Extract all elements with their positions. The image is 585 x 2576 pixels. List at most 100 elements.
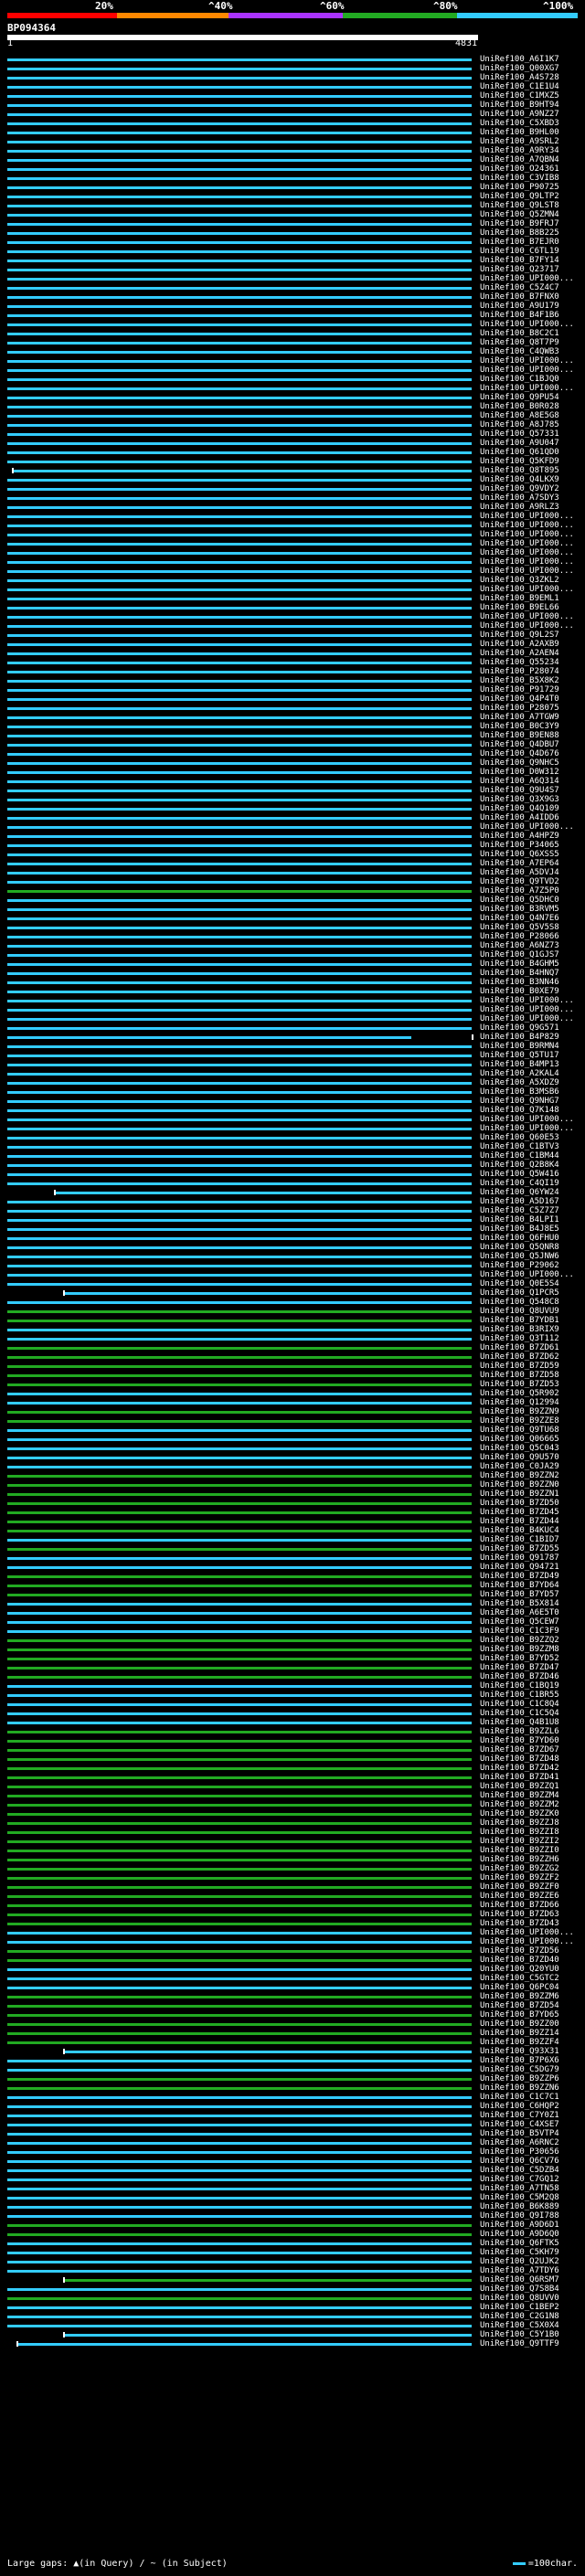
hit-name[interactable]: UniRef100_C1BQ19 <box>480 1681 559 1691</box>
hit-name[interactable]: UniRef100_Q2B8K4 <box>480 1161 559 1170</box>
hit-name[interactable]: UniRef100_UPI000... <box>480 1005 574 1014</box>
hit-name[interactable]: UniRef100_Q9PU54 <box>480 393 559 402</box>
hit-row[interactable]: UniRef100_A2KAL4 <box>0 1069 585 1078</box>
hit-row[interactable]: UniRef100_B9ZZN9 <box>0 1407 585 1416</box>
hit-row[interactable]: UniRef100_A9RLZ3 <box>0 503 585 512</box>
hit-row[interactable]: UniRef100_P28074 <box>0 667 585 676</box>
hit-row[interactable]: UniRef100_C5Z4C7 <box>0 283 585 292</box>
hit-row[interactable]: UniRef100_Q6FTK5 <box>0 2239 585 2248</box>
hit-name[interactable]: UniRef100_A7TGW9 <box>480 713 559 722</box>
hit-name[interactable]: UniRef100_Q6XSS5 <box>480 850 559 859</box>
hit-name[interactable]: UniRef100_B9ZZN6 <box>480 2083 559 2093</box>
hit-row[interactable]: UniRef100_A2AEN4 <box>0 649 585 658</box>
hit-row[interactable]: UniRef100_B9ZZI2 <box>0 1837 585 1846</box>
hit-name[interactable]: UniRef100_C5Z7Z7 <box>480 1206 559 1215</box>
hit-name[interactable]: UniRef100_B9ZZH6 <box>480 1855 559 1864</box>
hit-row[interactable]: UniRef100_Q94721 <box>0 1563 585 1572</box>
hit-name[interactable]: UniRef100_Q9I788 <box>480 2211 559 2221</box>
hit-name[interactable]: UniRef100_B7ZD63 <box>480 1910 559 1919</box>
hit-row[interactable]: UniRef100_Q9L2S7 <box>0 631 585 640</box>
hit-row[interactable]: UniRef100_Q61QD0 <box>0 448 585 457</box>
hit-name[interactable]: UniRef100_C5GTC2 <box>480 1974 559 1983</box>
hit-row[interactable]: UniRef100_B9ZZN2 <box>0 1471 585 1480</box>
hit-name[interactable]: UniRef100_Q0E5S4 <box>480 1279 559 1288</box>
hit-name[interactable]: UniRef100_Q55234 <box>480 658 559 667</box>
hit-name[interactable]: UniRef100_C4XSE7 <box>480 2120 559 2129</box>
hit-row[interactable]: UniRef100_C5GTC2 <box>0 1974 585 1983</box>
hit-name[interactable]: UniRef100_B7ZD50 <box>480 1499 559 1508</box>
hit-name[interactable]: UniRef100_B7YD65 <box>480 2010 559 2019</box>
hit-row[interactable]: UniRef100_B9ZZG2 <box>0 1864 585 1873</box>
hit-name[interactable]: UniRef100_B9ZZG2 <box>480 1864 559 1873</box>
hit-row[interactable]: UniRef100_Q8T895 <box>0 466 585 475</box>
hit-row[interactable]: UniRef100_A6I1K7 <box>0 55 585 64</box>
hit-row[interactable]: UniRef100_UPI000... <box>0 366 585 375</box>
hit-name[interactable]: UniRef100_UPI000... <box>480 557 574 567</box>
hit-row[interactable]: UniRef100_B7ZD45 <box>0 1508 585 1517</box>
hit-name[interactable]: UniRef100_B7ZD61 <box>480 1343 559 1352</box>
hit-row[interactable]: UniRef100_O24361 <box>0 164 585 174</box>
hit-row[interactable]: UniRef100_A2AXB9 <box>0 640 585 649</box>
hit-name[interactable]: UniRef100_C5KH79 <box>480 2248 559 2257</box>
hit-name[interactable]: UniRef100_B9HL00 <box>480 128 559 137</box>
hit-row[interactable]: UniRef100_B9ZZJ8 <box>0 1818 585 1828</box>
hit-name[interactable]: UniRef100_B9ZZN0 <box>480 1480 559 1489</box>
hit-name[interactable]: UniRef100_Q4DBU7 <box>480 740 559 749</box>
hit-row[interactable]: UniRef100_P91729 <box>0 685 585 694</box>
hit-row[interactable]: UniRef100_Q9I788 <box>0 2211 585 2221</box>
hit-name[interactable]: UniRef100_A5DVJ4 <box>480 868 559 877</box>
hit-row[interactable]: UniRef100_Q3X9G3 <box>0 795 585 804</box>
hit-row[interactable]: UniRef100_Q4LKX9 <box>0 475 585 484</box>
hit-row[interactable]: UniRef100_B9ZZM6 <box>0 1992 585 2001</box>
hit-row[interactable]: UniRef100_B8C2C1 <box>0 329 585 338</box>
hit-name[interactable]: UniRef100_A7TN58 <box>480 2184 559 2193</box>
hit-row[interactable]: UniRef100_UPI000... <box>0 585 585 594</box>
hit-row[interactable]: UniRef100_UPI000... <box>0 356 585 366</box>
hit-name[interactable]: UniRef100_A2KAL4 <box>480 1069 559 1078</box>
hit-row[interactable]: UniRef100_B4KUC4 <box>0 1526 585 1535</box>
hit-name[interactable]: UniRef100_Q94721 <box>480 1563 559 1572</box>
hit-name[interactable]: UniRef100_Q1PCR5 <box>480 1288 559 1298</box>
hit-name[interactable]: UniRef100_Q6RSM7 <box>480 2275 559 2284</box>
hit-name[interactable]: UniRef100_B9HT94 <box>480 101 559 110</box>
hit-row[interactable]: UniRef100_B7ZD55 <box>0 1544 585 1553</box>
hit-name[interactable]: UniRef100_B7EJR0 <box>480 238 559 247</box>
hit-row[interactable]: UniRef100_B9ZZF2 <box>0 1873 585 1882</box>
hit-row[interactable]: UniRef100_B7YD60 <box>0 1736 585 1745</box>
hit-name[interactable]: UniRef100_B9ZZK0 <box>480 1809 559 1818</box>
hit-row[interactable]: UniRef100_B0C3Y9 <box>0 722 585 731</box>
hit-name[interactable]: UniRef100_C5DZB4 <box>480 2166 559 2175</box>
hit-row[interactable]: UniRef100_UPI000... <box>0 1270 585 1279</box>
hit-row[interactable]: UniRef100_B8B225 <box>0 228 585 238</box>
hit-name[interactable]: UniRef100_B7YD52 <box>480 1654 559 1663</box>
hit-row[interactable]: UniRef100_B9ZZQ2 <box>0 1636 585 1645</box>
hit-row[interactable]: UniRef100_C5DG79 <box>0 2065 585 2074</box>
hit-name[interactable]: UniRef100_UPI000... <box>480 320 574 329</box>
hit-name[interactable]: UniRef100_Q06665 <box>480 1435 559 1444</box>
hit-row[interactable]: UniRef100_C7GQ12 <box>0 2175 585 2184</box>
hit-row[interactable]: UniRef100_UPI000... <box>0 530 585 539</box>
hit-name[interactable]: UniRef100_A8E5G8 <box>480 411 559 420</box>
hit-row[interactable]: UniRef100_Q5W416 <box>0 1170 585 1179</box>
hit-row[interactable]: UniRef100_B7ZD54 <box>0 2001 585 2010</box>
hit-row[interactable]: UniRef100_Q9LTP2 <box>0 192 585 201</box>
hit-name[interactable]: UniRef100_B9RMN4 <box>480 1042 559 1051</box>
hit-name[interactable]: UniRef100_Q8UVV0 <box>480 2294 559 2303</box>
hit-name[interactable]: UniRef100_Q5C043 <box>480 1444 559 1453</box>
hit-row[interactable]: UniRef100_C5XBD3 <box>0 119 585 128</box>
hit-row[interactable]: UniRef100_Q9PU54 <box>0 393 585 402</box>
hit-name[interactable]: UniRef100_Q8UVU9 <box>480 1307 559 1316</box>
hit-name[interactable]: UniRef100_Q7S8B4 <box>480 2284 559 2294</box>
hit-name[interactable]: UniRef100_A6RNC2 <box>480 2138 559 2147</box>
hit-row[interactable]: UniRef100_C1BID7 <box>0 1535 585 1544</box>
hit-name[interactable]: UniRef100_Q23717 <box>480 265 559 274</box>
hit-row[interactable]: UniRef100_Q6CV76 <box>0 2157 585 2166</box>
hit-name[interactable]: UniRef100_B0C3Y9 <box>480 722 559 731</box>
hit-name[interactable]: UniRef100_Q93X31 <box>480 2047 559 2056</box>
hit-row[interactable]: UniRef100_Q5V5S8 <box>0 923 585 932</box>
hit-row[interactable]: UniRef100_Q9TTF9 <box>0 2339 585 2348</box>
hit-row[interactable]: UniRef100_Q9TVD2 <box>0 877 585 886</box>
hit-name[interactable]: UniRef100_A7SDY3 <box>480 493 559 503</box>
hit-row[interactable]: UniRef100_Q57331 <box>0 429 585 439</box>
hit-name[interactable]: UniRef100_B9EML1 <box>480 594 559 603</box>
